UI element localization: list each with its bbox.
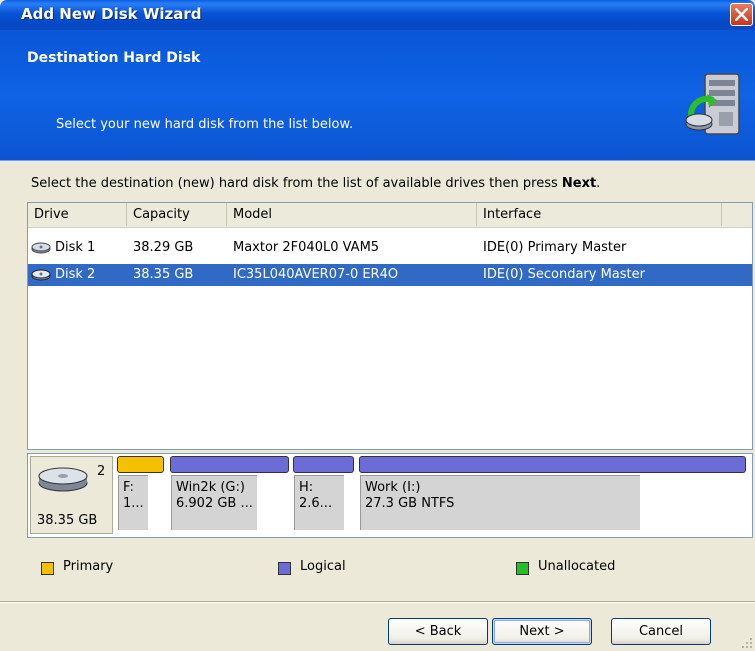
title-bar[interactable]: Add New Disk Wizard <box>0 0 755 30</box>
column-model[interactable]: Model <box>227 203 477 226</box>
logical-swatch <box>278 562 291 575</box>
logical-partition-bar <box>170 456 289 473</box>
partition-f[interactable]: F: 1... <box>117 456 166 534</box>
logical-partition-bar <box>359 456 746 473</box>
disk-number: 2 <box>97 464 106 479</box>
resize-grip-icon[interactable] <box>741 637 753 649</box>
partition-g[interactable]: Win2k (G:) 6.902 GB ... <box>170 456 289 534</box>
server-disk-icon <box>685 73 740 135</box>
disk-list[interactable]: Drive Capacity Model Interface Disk 1 38… <box>27 202 753 450</box>
column-drive[interactable]: Drive <box>28 203 127 226</box>
capacity-cell: 38.35 GB <box>133 267 194 282</box>
disk-map: 2 38.35 GB F: 1... Win2k (G:) 6.902 GB ...… <box>27 453 753 538</box>
hard-disk-icon <box>38 467 88 492</box>
wizard-window: Add New Disk Wizard Destination Hard Dis… <box>0 0 755 651</box>
disk-size: 38.35 GB <box>37 513 98 528</box>
close-button[interactable] <box>730 3 753 26</box>
column-interface[interactable]: Interface <box>477 203 722 226</box>
hard-disk-icon <box>31 269 51 281</box>
instruction-text: Select the destination (new) hard disk f… <box>31 176 601 191</box>
footer-separator <box>0 601 755 603</box>
drive-cell: Disk 2 <box>55 267 96 282</box>
cancel-button[interactable]: Cancel <box>611 618 711 645</box>
interface-cell: IDE(0) Secondary Master <box>483 267 645 282</box>
list-header: Drive Capacity Model Interface <box>28 203 752 228</box>
table-row[interactable]: Disk 1 38.29 GB Maxtor 2F040L0 VAM5 IDE(… <box>28 237 752 259</box>
disk-summary[interactable]: 2 38.35 GB <box>30 456 113 534</box>
column-capacity[interactable]: Capacity <box>127 203 227 226</box>
interface-cell: IDE(0) Primary Master <box>483 240 627 255</box>
wizard-header: Destination Hard Disk Select your new ha… <box>0 30 755 161</box>
model-cell: Maxtor 2F040L0 VAM5 <box>233 240 380 255</box>
partition-i[interactable]: Work (I:) 27.3 GB NTFS <box>359 456 747 534</box>
logical-partition-bar <box>293 456 354 473</box>
table-row-selected[interactable]: Disk 2 38.35 GB IC35L040AVER07-0 ER4O ID… <box>28 264 752 286</box>
model-cell: IC35L040AVER07-0 ER4O <box>233 267 399 282</box>
drive-cell: Disk 1 <box>55 240 96 255</box>
window-title: Add New Disk Wizard <box>21 5 202 23</box>
header-subtitle: Select your new hard disk from the list … <box>56 117 354 132</box>
header-title: Destination Hard Disk <box>27 50 201 66</box>
partition-h[interactable]: H: 2.6... <box>293 456 355 534</box>
primary-partition-bar <box>117 456 164 473</box>
primary-swatch <box>41 562 54 575</box>
back-button[interactable]: < Back <box>388 618 488 645</box>
hard-disk-icon <box>31 242 51 254</box>
close-icon <box>735 8 748 21</box>
capacity-cell: 38.29 GB <box>133 240 194 255</box>
next-button[interactable]: Next > <box>492 618 592 645</box>
unallocated-swatch <box>516 562 529 575</box>
